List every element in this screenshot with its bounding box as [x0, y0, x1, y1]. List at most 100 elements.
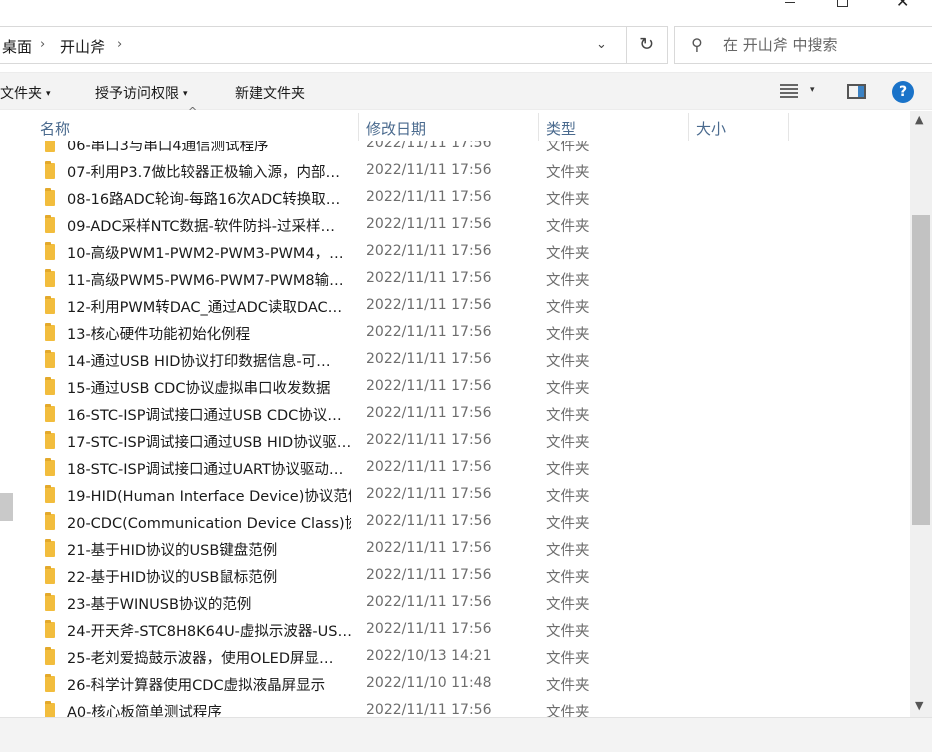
- folder-icon: [45, 350, 55, 368]
- file-type: 文件夹: [546, 570, 590, 586]
- list-item[interactable]: 11-高级PWM5-PWM6-PWM7-PWM8输… 2022/11/11 17:…: [18, 265, 910, 292]
- sort-ascending-icon: ^: [188, 105, 198, 118]
- file-date: 2022/11/10 11:48: [366, 675, 492, 691]
- file-type: 文件夹: [546, 678, 590, 694]
- breadcrumb-current-folder[interactable]: 开山斧: [60, 36, 105, 57]
- folder-icon: [45, 620, 55, 638]
- details-view-icon[interactable]: [780, 84, 798, 98]
- list-item[interactable]: 16-STC-ISP调试接口通过USB CDC协议… 2022/11/11 17:…: [18, 400, 910, 427]
- column-size[interactable]: 大小: [696, 118, 726, 139]
- breadcrumb-chevron-icon[interactable]: ›: [117, 37, 122, 52]
- column-name[interactable]: 名称: [40, 118, 70, 139]
- folder-icon: [45, 512, 55, 530]
- folder-icon: [45, 593, 55, 611]
- list-item[interactable]: 13-核心硬件功能初始化例程 2022/11/11 17:56 文件夹: [18, 319, 910, 346]
- list-item[interactable]: 23-基于WINUSB协议的范例 2022/11/11 17:56 文件夹: [18, 589, 910, 616]
- list-item[interactable]: 18-STC-ISP调试接口通过UART协议驱动… 2022/11/11 17:5…: [18, 454, 910, 481]
- file-name: 21-基于HID协议的USB键盘范例: [67, 543, 278, 559]
- list-item[interactable]: 22-基于HID协议的USB鼠标范例 2022/11/11 17:56 文件夹: [18, 562, 910, 589]
- file-list: 06-串口3与串口4通信测试程序 2022/11/11 17:56 文件夹 07-利…: [18, 130, 910, 718]
- vertical-scrollbar[interactable]: ▲ ▼: [910, 111, 932, 717]
- list-item[interactable]: 07-利用P3.7做比较器正极输入源，内部… 2022/11/11 17:56 文件…: [18, 157, 910, 184]
- column-type[interactable]: 类型: [546, 118, 576, 139]
- navigation-pane-scrollbar-thumb[interactable]: [0, 493, 13, 521]
- file-name: 16-STC-ISP调试接口通过USB CDC协议…: [67, 408, 342, 424]
- file-type: 文件夹: [546, 543, 590, 559]
- list-item[interactable]: 14-通过USB HID协议打印数据信息-可… 2022/11/11 17:56 文…: [18, 346, 910, 373]
- breadcrumb-chevron-icon[interactable]: ›: [40, 37, 45, 52]
- refresh-button[interactable]: ↻: [627, 26, 668, 64]
- grant-access-button[interactable]: 授予访问权限 ▾: [95, 83, 188, 103]
- maximize-icon: [837, 0, 848, 7]
- file-type: 文件夹: [546, 408, 590, 424]
- scrollbar-thumb[interactable]: [912, 215, 930, 525]
- file-date: 2022/11/11 17:56: [366, 459, 492, 475]
- file-type: 文件夹: [546, 462, 590, 478]
- column-divider[interactable]: [788, 113, 789, 141]
- file-name: 11-高级PWM5-PWM6-PWM7-PWM8输…: [67, 273, 344, 289]
- folder-icon: [45, 539, 55, 557]
- view-options-caret-icon[interactable]: ▾: [810, 85, 815, 95]
- refresh-icon: ↻: [639, 34, 655, 55]
- folder-menu-button[interactable]: 文件夹 ▾: [0, 83, 51, 103]
- close-icon: ✕: [896, 0, 910, 11]
- list-item[interactable]: 15-通过USB CDC协议虚拟串口收发数据 2022/11/11 17:56 文件…: [18, 373, 910, 400]
- list-item[interactable]: 21-基于HID协议的USB键盘范例 2022/11/11 17:56 文件夹: [18, 535, 910, 562]
- minimize-button[interactable]: [768, 0, 814, 26]
- title-bar: ✕: [0, 0, 932, 26]
- column-header: ^ 名称 修改日期 类型 大小: [18, 105, 910, 141]
- search-icon: ⚲: [691, 35, 703, 54]
- caret-down-icon: ▾: [183, 89, 188, 99]
- new-folder-button[interactable]: 新建文件夹: [235, 83, 305, 103]
- file-type: 文件夹: [546, 165, 590, 181]
- folder-icon: [45, 161, 55, 179]
- list-item[interactable]: A0-核心板简单测试程序 2022/11/11 17:56 文件夹: [18, 697, 910, 718]
- folder-icon: [45, 485, 55, 503]
- file-type: 文件夹: [546, 354, 590, 370]
- file-type: 文件夹: [546, 705, 590, 718]
- file-type: 文件夹: [546, 651, 590, 667]
- search-box[interactable]: ⚲: [674, 26, 932, 64]
- folder-icon: [45, 269, 55, 287]
- file-date: 2022/11/11 17:56: [366, 162, 492, 178]
- help-icon[interactable]: ?: [892, 81, 914, 103]
- list-item[interactable]: 17-STC-ISP调试接口通过USB HID协议驱… 2022/11/11 17…: [18, 427, 910, 454]
- list-item[interactable]: 26-科学计算器使用CDC虚拟液晶屏显示 2022/11/10 11:48 文件夹: [18, 670, 910, 697]
- folder-menu-label: 文件夹: [0, 86, 42, 102]
- column-date-modified[interactable]: 修改日期: [366, 118, 426, 139]
- list-item[interactable]: 19-HID(Human Interface Device)协议范例 2022/1…: [18, 481, 910, 508]
- search-input[interactable]: [723, 35, 923, 55]
- list-item[interactable]: 08-16路ADC轮询-每路16次ADC转换取… 2022/11/11 17:56…: [18, 184, 910, 211]
- list-item[interactable]: 09-ADC采样NTC数据-软件防抖-过采样… 2022/11/11 17:56 文…: [18, 211, 910, 238]
- file-type: 文件夹: [546, 516, 590, 532]
- scroll-down-arrow-icon[interactable]: ▼: [915, 699, 923, 712]
- caret-down-icon: ▾: [46, 89, 51, 99]
- file-name: 23-基于WINUSB协议的范例: [67, 597, 252, 613]
- file-type: 文件夹: [546, 327, 590, 343]
- address-history-chevron-down-icon[interactable]: ⌄: [596, 37, 607, 52]
- file-type: 文件夹: [546, 192, 590, 208]
- maximize-button[interactable]: [820, 0, 866, 26]
- file-date: 2022/10/13 14:21: [366, 648, 492, 664]
- column-divider[interactable]: [358, 113, 359, 141]
- list-item[interactable]: 24-开天斧-STC8H8K64U-虚拟示波器-US… 2022/11/11 17…: [18, 616, 910, 643]
- minimize-icon: [785, 2, 795, 3]
- breadcrumb-desktop[interactable]: 桌面: [2, 36, 32, 57]
- list-item[interactable]: 20-CDC(Communication Device Class)协… 2022…: [18, 508, 910, 535]
- list-item[interactable]: 12-利用PWM转DAC_通过ADC读取DAC… 2022/11/11 17:56…: [18, 292, 910, 319]
- command-bar: 文件夹 ▾ 授予访问权限 ▾ 新建文件夹 ▾ ?: [0, 72, 932, 110]
- file-name: 13-核心硬件功能初始化例程: [67, 327, 251, 343]
- list-item[interactable]: 10-高级PWM1-PWM2-PWM3-PWM4，… 2022/11/11 17:…: [18, 238, 910, 265]
- list-item[interactable]: 25-老刘爱捣鼓示波器，使用OLED屏显… 2022/10/13 14:21 文件夹: [18, 643, 910, 670]
- new-folder-label: 新建文件夹: [235, 86, 305, 102]
- file-type: 文件夹: [546, 435, 590, 451]
- folder-icon: [45, 188, 55, 206]
- address-bar[interactable]: 桌面 › 开山斧 › ⌄: [0, 26, 627, 64]
- column-divider[interactable]: [538, 113, 539, 141]
- preview-pane-icon[interactable]: [847, 84, 866, 99]
- column-divider[interactable]: [688, 113, 689, 141]
- file-name: 18-STC-ISP调试接口通过UART协议驱动…: [67, 462, 344, 478]
- folder-icon: [45, 377, 55, 395]
- scroll-up-arrow-icon[interactable]: ▲: [915, 113, 923, 126]
- close-button[interactable]: ✕: [880, 0, 926, 26]
